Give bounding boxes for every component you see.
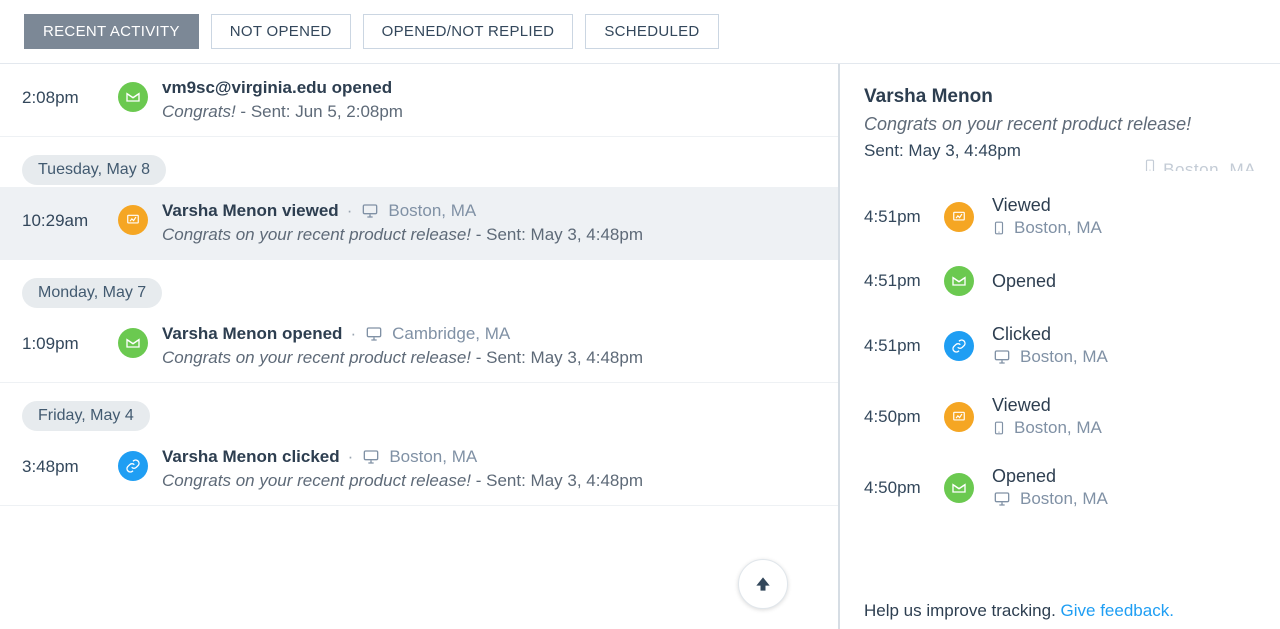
timeline-action: Viewed — [992, 195, 1256, 216]
date-separator: Monday, May 7 — [22, 278, 162, 308]
viewed-icon — [944, 402, 974, 432]
activity-action: opened — [282, 324, 342, 343]
opened-icon — [944, 266, 974, 296]
activity-action: viewed — [282, 201, 339, 220]
timeline-location: Boston, MA — [1020, 347, 1108, 367]
desktop-icon — [992, 349, 1012, 365]
scroll-to-top-button[interactable] — [738, 559, 788, 609]
activity-sent: Sent: May 3, 4:48pm — [486, 348, 643, 367]
panel-subject: Congrats on your recent product release! — [864, 114, 1256, 135]
clicked-icon — [944, 331, 974, 361]
timeline-action: Clicked — [992, 324, 1256, 345]
timeline-time: 4:50pm — [864, 478, 944, 498]
timeline-action: Opened — [992, 466, 1256, 487]
filter-tabs: RECENT ACTIVITY NOT OPENED OPENED/NOT REPL… — [0, 0, 1280, 64]
mobile-icon — [992, 219, 1006, 237]
desktop-icon — [364, 326, 384, 342]
viewed-icon — [118, 205, 148, 235]
activity-row[interactable]: 3:48pm Varsha Menon clicked · Boston, MA… — [0, 433, 838, 506]
activity-location: Boston, MA — [388, 201, 476, 221]
panel-timeline: 4:51pm Viewed Boston, MA 4:51pm Opened 4… — [864, 195, 1256, 509]
activity-subject: Congrats on your recent product release! — [162, 471, 471, 490]
opened-icon — [118, 328, 148, 358]
give-feedback-link[interactable]: Give feedback. — [1061, 601, 1174, 620]
timeline-row[interactable]: 4:51pm Opened — [864, 266, 1256, 296]
mobile-icon — [992, 419, 1006, 437]
activity-sent: Sent: May 3, 4:48pm — [486, 471, 643, 490]
activity-row[interactable]: 10:29am Varsha Menon viewed · Boston, MA… — [0, 187, 838, 260]
activity-subject: Congrats! — [162, 102, 236, 121]
timeline-location: Boston, MA — [1020, 489, 1108, 509]
tab-notopened[interactable]: NOT OPENED — [211, 14, 351, 49]
activity-location: Boston, MA — [389, 447, 477, 467]
desktop-icon — [992, 491, 1012, 507]
timeline-time: 4:51pm — [864, 207, 944, 227]
opened-icon — [118, 82, 148, 112]
activity-actor: vm9sc@virginia.edu — [162, 78, 327, 97]
tab-recent[interactable]: RECENT ACTIVITY — [24, 14, 199, 49]
activity-sent: Sent: May 3, 4:48pm — [486, 225, 643, 244]
timeline-action: Viewed — [992, 395, 1256, 416]
tab-notreplied[interactable]: OPENED/NOT REPLIED — [363, 14, 574, 49]
activity-time: 1:09pm — [22, 324, 118, 354]
activity-sent: Sent: Jun 5, 2:08pm — [251, 102, 403, 121]
timeline-action: Opened — [992, 271, 1256, 292]
activity-action: opened — [332, 78, 392, 97]
activity-time: 2:08pm — [22, 78, 118, 108]
clicked-icon — [118, 451, 148, 481]
tab-scheduled[interactable]: SCHEDULED — [585, 14, 718, 49]
panel-contact-name: Varsha Menon — [864, 86, 1256, 108]
timeline-time: 4:51pm — [864, 336, 944, 356]
activity-row[interactable]: 1:09pm Varsha Menon opened · Cambridge, … — [0, 310, 838, 383]
timeline-row[interactable]: 4:51pm Clicked Boston, MA — [864, 324, 1256, 367]
date-separator: Friday, May 4 — [22, 401, 150, 431]
activity-row[interactable]: 2:08pm vm9sc@virginia.edu opened Congrat… — [0, 64, 838, 137]
activity-location: Cambridge, MA — [392, 324, 510, 344]
activity-subject: Congrats on your recent product release! — [162, 348, 471, 367]
timeline-row[interactable]: 4:51pm Viewed Boston, MA — [864, 195, 1256, 238]
timeline-time: 4:51pm — [864, 271, 944, 291]
activity-actor: Varsha Menon — [162, 324, 277, 343]
timeline-time: 4:50pm — [864, 407, 944, 427]
date-separator: Tuesday, May 8 — [22, 155, 166, 185]
activity-time: 10:29am — [22, 201, 118, 231]
activity-feed: 2:08pm vm9sc@virginia.edu opened Congrat… — [0, 64, 840, 629]
timeline-location: Boston, MA — [1014, 418, 1102, 438]
viewed-icon — [944, 202, 974, 232]
desktop-icon — [361, 449, 381, 465]
activity-actor: Varsha Menon — [162, 447, 277, 466]
timeline-row[interactable]: 4:50pm Opened Boston, MA — [864, 466, 1256, 509]
activity-time: 3:48pm — [22, 447, 118, 477]
activity-action: clicked — [282, 447, 340, 466]
activity-subject: Congrats on your recent product release! — [162, 225, 471, 244]
activity-actor: Varsha Menon — [162, 201, 277, 220]
mobile-icon — [1143, 157, 1157, 171]
timeline-row[interactable]: 4:50pm Viewed Boston, MA — [864, 395, 1256, 438]
feedback-prompt: Help us improve tracking. Give feedback. — [864, 601, 1256, 621]
timeline-location: Boston, MA — [1014, 218, 1102, 238]
opened-icon — [944, 473, 974, 503]
desktop-icon — [360, 203, 380, 219]
detail-panel: Varsha Menon Congrats on your recent pro… — [840, 64, 1280, 629]
